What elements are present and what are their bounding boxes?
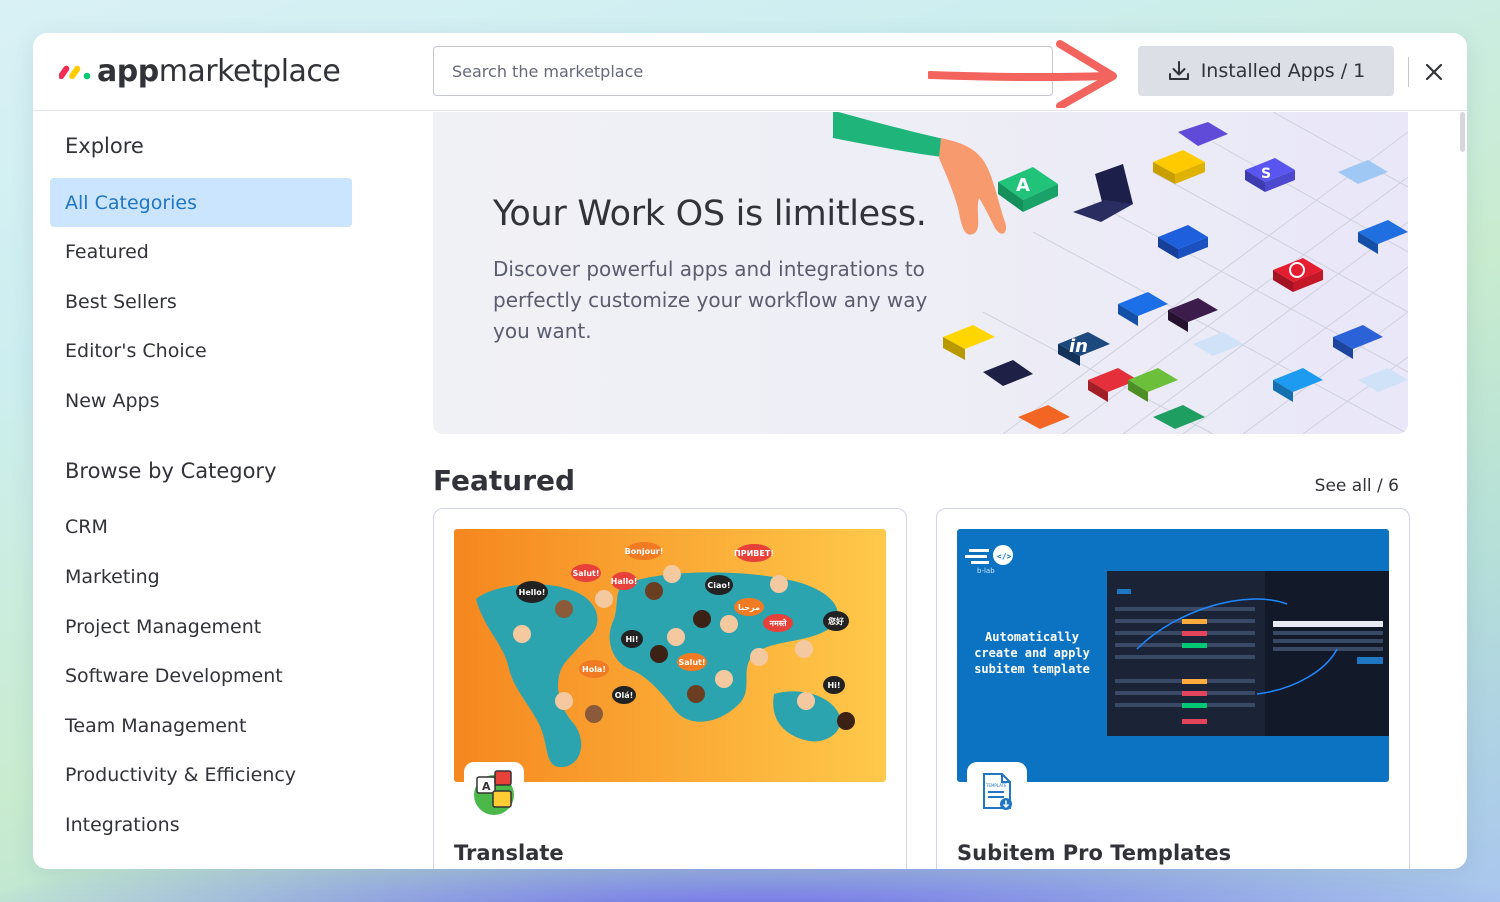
bubble-salut-2: Salut!	[678, 658, 705, 667]
bubble-hola: Hola!	[582, 665, 606, 674]
monday-logo-icon	[59, 65, 91, 80]
world-map-illustration: Bonjour! ПРИВЕТ! Salut! Hello! Hallo! Ci…	[454, 529, 886, 782]
sidebar-item-marketing[interactable]: Marketing	[50, 552, 352, 601]
translate-app-icon: A	[464, 762, 524, 822]
translate-app-name: Translate	[454, 841, 564, 865]
main-content: Your Work OS is limitless. Discover powe…	[433, 112, 1467, 869]
subitem-headline-1: Automatically	[985, 630, 1079, 644]
app-marketplace-logo[interactable]: appmarketplace	[59, 51, 341, 91]
bubble-ola: Olá!	[615, 691, 634, 700]
bubble-marhaba: مرحبا	[738, 603, 760, 612]
explore-heading: Explore	[65, 134, 144, 158]
see-all-link[interactable]: See all / 6	[1315, 476, 1399, 496]
close-button[interactable]	[1419, 57, 1449, 87]
header-divider	[1408, 57, 1409, 87]
annotation-arrow	[928, 40, 1117, 108]
sidebar: Explore All Categories Featured Best Sel…	[33, 112, 433, 869]
translate-cover-image: Bonjour! ПРИВЕТ! Salut! Hello! Hallo! Ci…	[454, 529, 886, 782]
bubble-hi-1: Hi!	[625, 635, 638, 644]
installed-apps-label: Installed Apps / 1	[1200, 60, 1366, 82]
svg-text:in: in	[1069, 336, 1088, 357]
svg-text:A: A	[482, 780, 491, 793]
download-icon	[1168, 61, 1189, 80]
bubble-namaste: नमस्ते	[769, 618, 787, 628]
bubble-privet: ПРИВЕТ!	[734, 549, 774, 558]
app-card-translate[interactable]: Bonjour! ПРИВЕТ! Salut! Hello! Hallo! Ci…	[433, 508, 907, 869]
bubble-hallo: Hallo!	[611, 577, 638, 586]
sidebar-item-crm[interactable]: CRM	[50, 502, 352, 551]
sidebar-item-integrations[interactable]: Integrations	[50, 800, 352, 849]
sidebar-item-editors-choice[interactable]: Editor's Choice	[50, 326, 352, 375]
subitem-app-icon: TEMPLATE	[967, 762, 1027, 822]
svg-text:S: S	[1261, 166, 1271, 182]
marketplace-window: appmarketplace Installed Apps / 1 Explor…	[33, 33, 1467, 869]
bubble-hello: Hello!	[519, 588, 546, 597]
close-icon	[1425, 63, 1443, 81]
template-document-icon: TEMPLATE	[983, 773, 1012, 810]
sidebar-item-project-management[interactable]: Project Management	[50, 602, 352, 651]
sidebar-item-new-apps[interactable]: New Apps	[50, 376, 352, 425]
bubble-hi-2: Hi!	[827, 681, 840, 690]
sidebar-item-featured[interactable]: Featured	[50, 227, 352, 276]
bubble-ninhao: 您好	[828, 616, 844, 626]
sidebar-item-all-categories[interactable]: All Categories	[50, 178, 352, 227]
sidebar-item-team-management[interactable]: Team Management	[50, 701, 352, 750]
subitem-app-name: Subitem Pro Templates	[957, 841, 1232, 865]
subitem-cover-illustration: </> b-lab Automatically create and apply…	[957, 529, 1389, 782]
svg-text:</>: </>	[997, 552, 1012, 561]
header: appmarketplace Installed Apps / 1	[33, 33, 1467, 111]
svg-text:TEMPLATE: TEMPLATE	[985, 783, 1007, 788]
app-tiles-illustration: A S in	[833, 112, 1408, 434]
subitem-cover-image: </> b-lab Automatically create and apply…	[957, 529, 1389, 782]
svg-text:A: A	[1016, 175, 1030, 196]
logo-text: appmarketplace	[97, 53, 341, 89]
bubble-salut: Salut!	[572, 569, 599, 578]
svg-text:b-lab: b-lab	[977, 567, 995, 575]
browse-by-category-heading: Browse by Category	[65, 459, 277, 483]
bubble-bonjour: Bonjour!	[625, 547, 664, 556]
scrollbar[interactable]	[1460, 112, 1465, 152]
hero-banner: Your Work OS is limitless. Discover powe…	[433, 112, 1408, 434]
bubble-ciao: Ciao!	[707, 581, 730, 590]
subitem-headline-3: subitem template	[974, 662, 1090, 676]
subitem-headline-2: create and apply	[974, 646, 1090, 660]
app-card-subitem-pro-templates[interactable]: </> b-lab Automatically create and apply…	[936, 508, 1410, 869]
translate-icon: A	[474, 770, 514, 815]
sidebar-item-best-sellers[interactable]: Best Sellers	[50, 277, 352, 326]
sidebar-item-software-development[interactable]: Software Development	[50, 651, 352, 700]
installed-apps-button[interactable]: Installed Apps / 1	[1138, 46, 1394, 96]
featured-section-title: Featured	[433, 464, 576, 497]
sidebar-item-productivity-efficiency[interactable]: Productivity & Efficiency	[50, 750, 352, 799]
